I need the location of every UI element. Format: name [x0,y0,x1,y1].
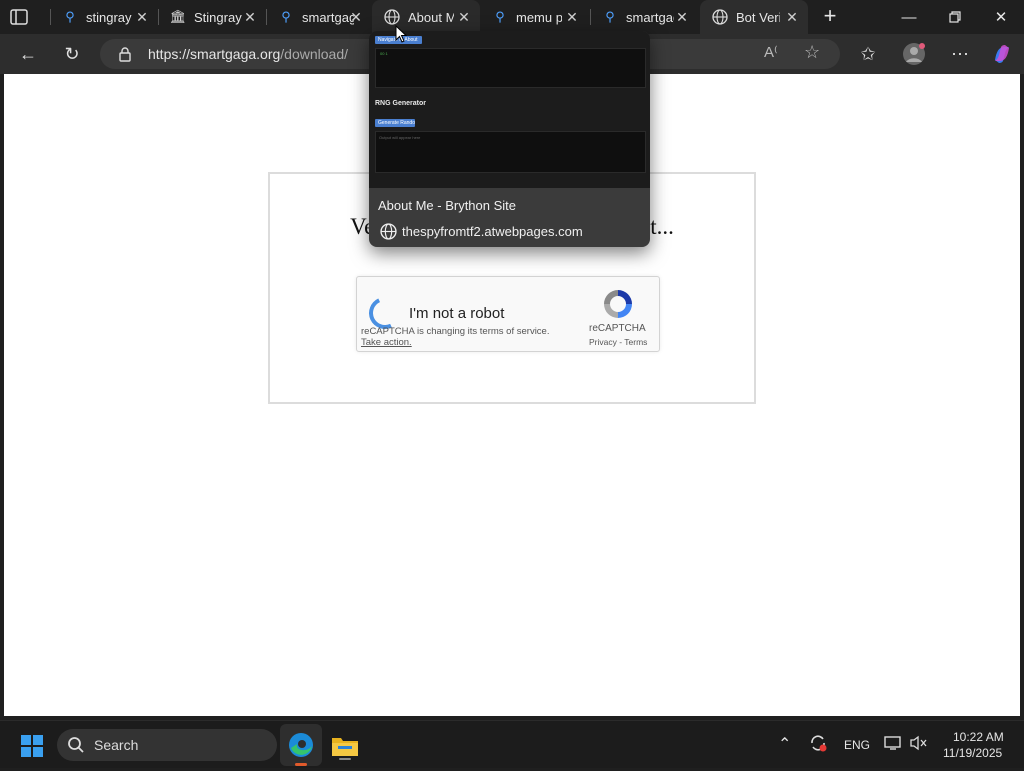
preview-title: About Me - Brython Site [378,198,517,213]
close-icon[interactable]: ✕ [674,9,690,25]
tab-smartgaga-search-2[interactable]: ⚲ smartgaga ✕ [590,0,698,34]
tab-hover-preview: Navigate to About 00 1 RNG Generator Gen… [369,31,650,247]
close-icon[interactable]: ✕ [564,9,580,25]
search-icon: ⚲ [605,9,615,24]
tab-smartgaga-search-1[interactable]: ⚲ smartgaga ✕ [266,0,372,34]
tab-memu-search[interactable]: ⚲ memu pl ✕ [480,0,588,34]
clock-date[interactable]: 11/19/2025 [943,746,1002,760]
new-tab-button[interactable]: + [818,5,842,29]
privacy-link[interactable]: Privacy [589,337,617,347]
thumb-heading: RNG Generator [375,100,426,107]
globe-icon [384,9,400,25]
tab-stingray-wiki[interactable]: 🏛 Stingray ✕ [158,0,266,34]
preview-url: thespyfromtf2.atwebpages.com [402,224,583,239]
recaptcha-brand: reCAPTCHA [589,323,646,334]
clock-time[interactable]: 10:22 AM [953,730,1004,744]
tab-bot-verification[interactable]: Bot Verification ✕ [700,0,808,34]
library-icon: 🏛 [169,9,187,24]
display-icon[interactable] [884,735,902,754]
search-icon: ⚲ [65,9,75,24]
search-icon [67,736,85,759]
tab-stingray-search[interactable]: ⚲ stingray ✕ [50,0,158,34]
terms-link[interactable]: Terms [624,337,647,347]
refresh-button[interactable]: ↻ [56,38,88,70]
edge-taskbar-icon[interactable] [280,724,322,766]
language-indicator[interactable]: ENG [844,738,870,752]
volume-muted-icon[interactable] [910,735,928,754]
close-icon[interactable]: ✕ [784,9,800,25]
close-icon[interactable]: ✕ [134,9,150,25]
mouse-cursor-icon [395,24,408,43]
recaptcha-links: Privacy - Terms [589,337,648,347]
thumb-hint: Output will appear here [379,135,421,140]
file-explorer-icon[interactable] [330,732,360,760]
recaptcha-logo-icon [601,287,635,321]
close-window-button[interactable]: ✕ [978,0,1024,34]
close-icon[interactable]: ✕ [242,9,258,25]
tab-strip: ⚲ stingray ✕ 🏛 Stingray ✕ ⚲ smartgaga ✕ … [0,0,1024,34]
search-icon: ⚲ [495,9,505,24]
recaptcha-label: I'm not a robot [409,305,505,322]
minimize-button[interactable]: — [886,0,932,34]
profile-avatar[interactable] [898,38,930,70]
close-icon[interactable]: ✕ [348,9,364,25]
search-icon: ⚲ [281,9,291,24]
recaptcha-terms-note: reCAPTCHA is changing its terms of servi… [361,326,550,337]
recaptcha-widget: I'm not a robot reCAPTCHA is changing it… [356,276,660,352]
update-icon[interactable] [808,733,828,756]
lock-icon[interactable] [118,46,132,67]
back-button[interactable]: ← [12,38,44,70]
thumb-button-generate: Generate Random [375,119,415,127]
more-menu-icon[interactable]: ⋯ [944,38,976,70]
preview-thumbnail: Navigate to About 00 1 RNG Generator Gen… [369,31,650,188]
take-action-link[interactable]: Take action. [361,337,412,348]
restore-button[interactable] [932,0,978,34]
tab-about-me[interactable]: About Me ✕ [372,0,480,34]
tray-overflow-icon[interactable]: ⌃ [778,734,791,754]
close-icon[interactable]: ✕ [456,9,472,25]
favorites-icon[interactable]: ✩ [852,38,884,70]
taskbar: Search ⌃ ENG 10:22 AM 11/19/2025 [0,720,1024,768]
globe-icon [380,223,397,240]
start-button[interactable] [20,734,44,758]
read-aloud-icon[interactable]: A⁽ [764,43,778,61]
thumb-output-box: 00 1 [375,48,646,88]
url-text: https://smartgaga.org/download/ [148,46,349,62]
tab-actions-icon[interactable] [8,7,30,27]
favorite-star-icon[interactable]: ☆ [804,42,820,63]
globe-icon [712,9,728,25]
copilot-icon[interactable] [986,38,1018,70]
taskbar-search[interactable]: Search [57,729,277,761]
